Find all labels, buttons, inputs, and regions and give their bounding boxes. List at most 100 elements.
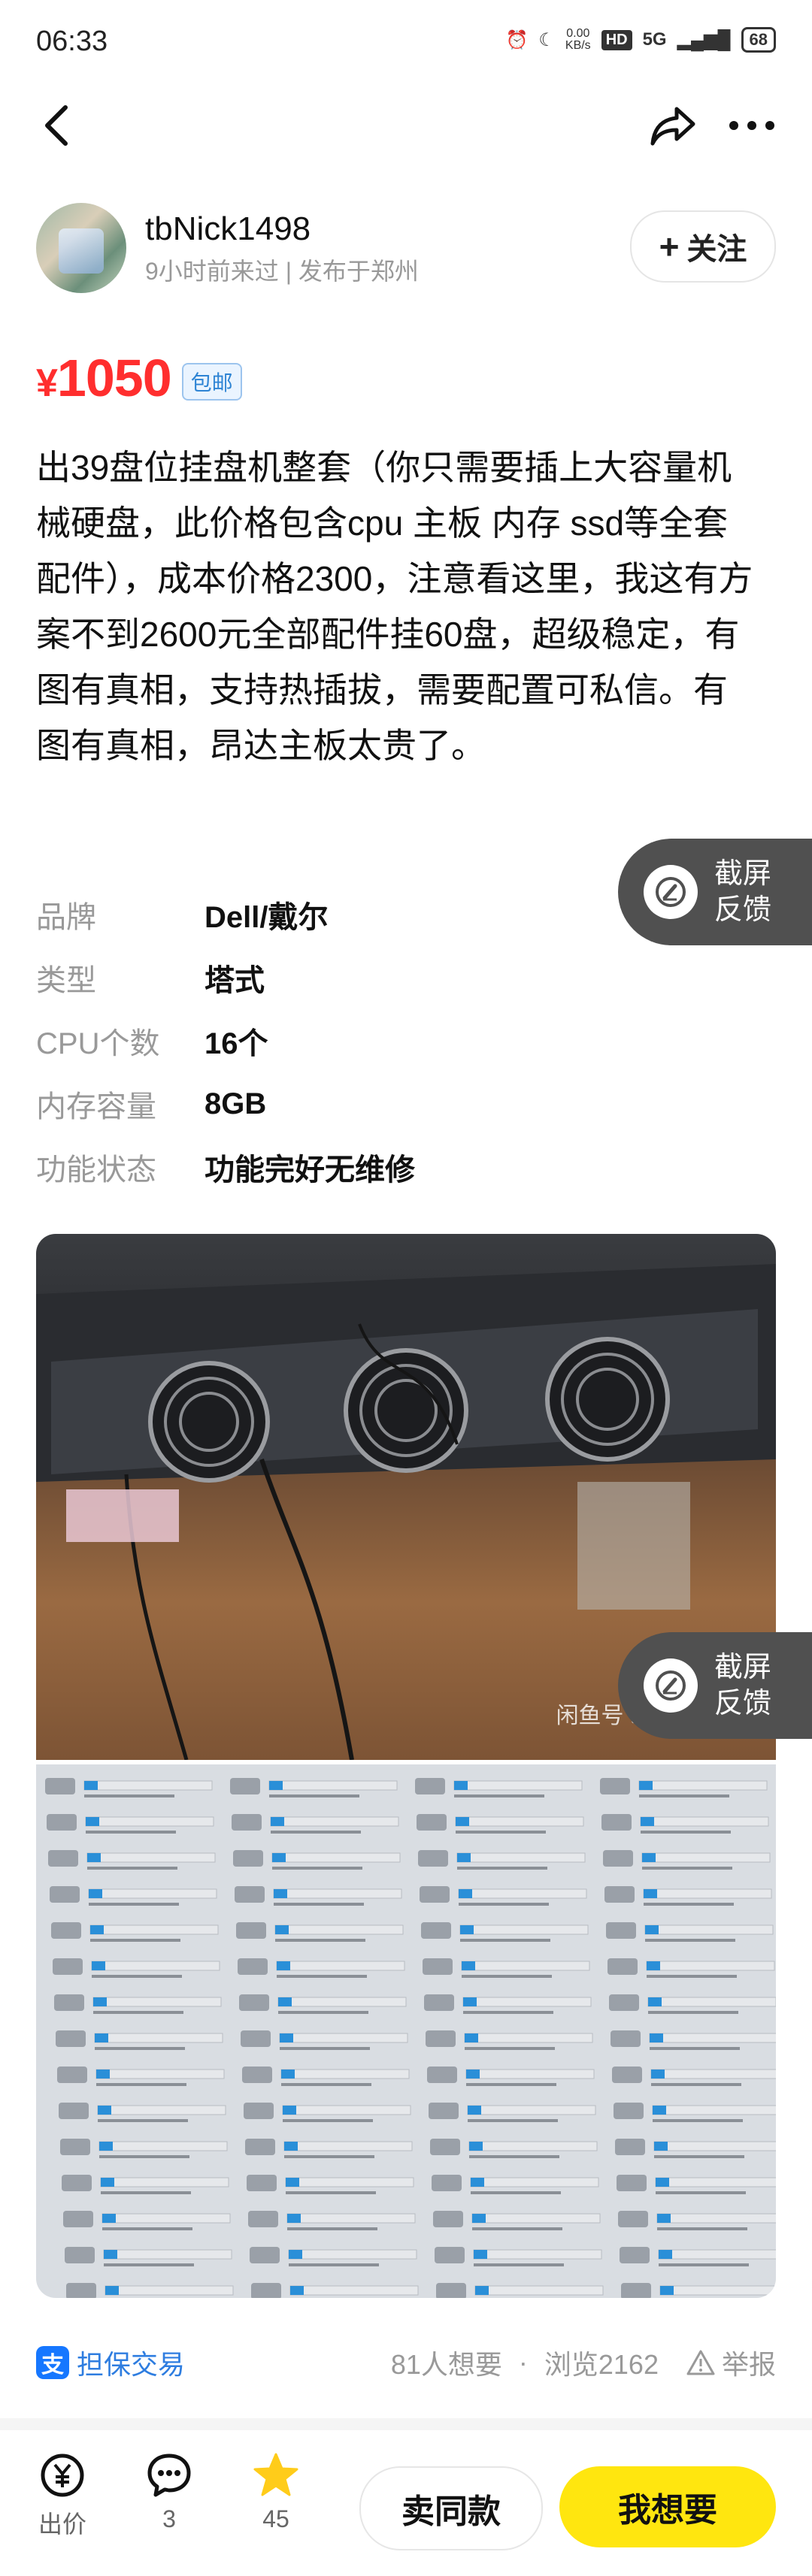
disk-usage-fill (277, 1961, 290, 1970)
disk-usage-fill (98, 2106, 111, 2115)
disk-caption-line (459, 1903, 549, 1906)
disk-usage-fill (105, 2286, 119, 2295)
favorite-button[interactable]: 45 (242, 2451, 310, 2533)
disk-usage-fill (95, 2033, 108, 2042)
avatar[interactable] (36, 203, 126, 293)
screenshot-feedback-button[interactable]: 截屏 反馈 (618, 1632, 812, 1739)
status-time: 06:33 (36, 26, 108, 57)
comment-button[interactable]: 3 (135, 2451, 203, 2533)
disk-usage-fill (653, 2106, 666, 2115)
disk-usage-fill (101, 2178, 114, 2187)
disk-usage-track (92, 1997, 222, 2007)
disk-usage-track (283, 2141, 413, 2151)
disk-usage-track (656, 2213, 776, 2224)
report-label: 举报 (721, 2349, 776, 2380)
drive-icon (232, 1814, 262, 1831)
more-icon[interactable] (722, 99, 782, 152)
disk-usage-track (100, 2177, 229, 2187)
drive-icon (420, 1886, 450, 1903)
disk-caption-line (454, 1794, 544, 1797)
disk-usage-fill (460, 1925, 474, 1934)
disk-usage-track (279, 2033, 408, 2043)
disk-usage-fill (89, 1889, 102, 1898)
drive-icon (432, 2175, 462, 2191)
disk-usage-track (270, 1816, 399, 1827)
disk-usage-fill (466, 2070, 480, 2079)
disk-usage-fill (86, 1817, 99, 1826)
disk-usage-fill (456, 1817, 469, 1826)
disk-usage-track (83, 1780, 213, 1791)
drive-icon (600, 1778, 630, 1794)
disk-caption-line (460, 1939, 550, 1942)
disk-caption-line (278, 2011, 368, 2014)
drive-icon (241, 2030, 271, 2047)
share-icon[interactable] (645, 99, 702, 152)
product-photo-2[interactable] (36, 1764, 776, 2298)
disk-caption-line (274, 1903, 364, 1906)
disk-usage-track (461, 1961, 590, 1971)
disk-usage-fill (641, 1817, 654, 1826)
feedback-label: 截屏 反馈 (714, 858, 772, 926)
disk-usage-fill (84, 1781, 98, 1790)
drive-icon (239, 1994, 269, 2011)
drive-icon (606, 1922, 636, 1939)
disk-usage-fill (99, 2142, 113, 2151)
disk-caption-line (659, 2263, 749, 2266)
disk-usage-track (462, 1997, 592, 2007)
follow-label: 关注 (686, 233, 747, 266)
disk-caption-line (89, 1903, 179, 1906)
disk-usage-fill (471, 2178, 484, 2187)
drive-icon (251, 2283, 281, 2298)
feedback-label: 截屏 反馈 (714, 1652, 772, 1719)
screenshot-feedback-button[interactable]: 截屏 反馈 (618, 839, 812, 945)
disk-usage-fill (286, 2178, 299, 2187)
drive-icon (618, 2211, 648, 2227)
report-button[interactable]: 举报 (686, 2343, 776, 2382)
seller-name[interactable]: tbNick1498 (145, 210, 311, 248)
drive-icon (617, 2175, 647, 2191)
drive-icon (248, 2211, 278, 2227)
plus-icon: + (659, 227, 680, 266)
disk-usage-fill (472, 2214, 486, 2223)
disk-usage-fill (651, 2070, 665, 2079)
disk-usage-track (468, 2141, 598, 2151)
spec-label: 类型 (36, 964, 96, 997)
sell-same-button[interactable]: 卖同款 (359, 2466, 543, 2550)
separator-dot: · (518, 2347, 528, 2378)
disk-usage-track (97, 2105, 226, 2115)
want-button[interactable]: 我想要 (559, 2466, 776, 2547)
drive-icon (244, 2103, 274, 2119)
disk-caption-line (95, 2047, 185, 2050)
drive-icon (65, 2247, 95, 2263)
disk-usage-track (453, 1780, 583, 1791)
drive-icon (53, 1958, 83, 1975)
drive-icon (609, 1994, 639, 2011)
spec-row-type: 类型 塔式 (36, 946, 776, 1009)
disk-usage-track (644, 1924, 774, 1935)
drive-icon (47, 1814, 77, 1831)
drive-icon (57, 2067, 87, 2083)
price: ¥1050 (36, 349, 172, 407)
disk-usage-track (288, 2249, 417, 2260)
disk-usage-fill (468, 2106, 481, 2115)
follow-button[interactable]: + 关注 (630, 210, 776, 283)
disk-caption-line (642, 1867, 732, 1870)
disk-usage-fill (459, 1889, 472, 1898)
drive-icon (45, 1778, 75, 1794)
disk-usage-fill (272, 1853, 286, 1862)
disk-usage-fill (87, 1853, 101, 1862)
bid-button[interactable]: 出价 (29, 2451, 96, 2540)
disk-usage-track (652, 2105, 776, 2115)
disk-usage-fill (289, 2250, 302, 2259)
back-icon[interactable] (30, 99, 83, 152)
guarantee-trade[interactable]: 支 担保交易 (36, 2343, 185, 2382)
disk-caption-line (650, 2047, 740, 2050)
disk-caption-line (269, 1794, 359, 1797)
drive-icon (611, 2030, 641, 2047)
spec-row-memory: 内存容量 8GB (36, 1072, 776, 1135)
drive-icon (612, 2067, 642, 2083)
disk-usage-track (89, 1924, 219, 1935)
disk-usage-fill (475, 2286, 489, 2295)
top-nav-bar (0, 83, 812, 165)
disk-caption-line (102, 2227, 192, 2230)
